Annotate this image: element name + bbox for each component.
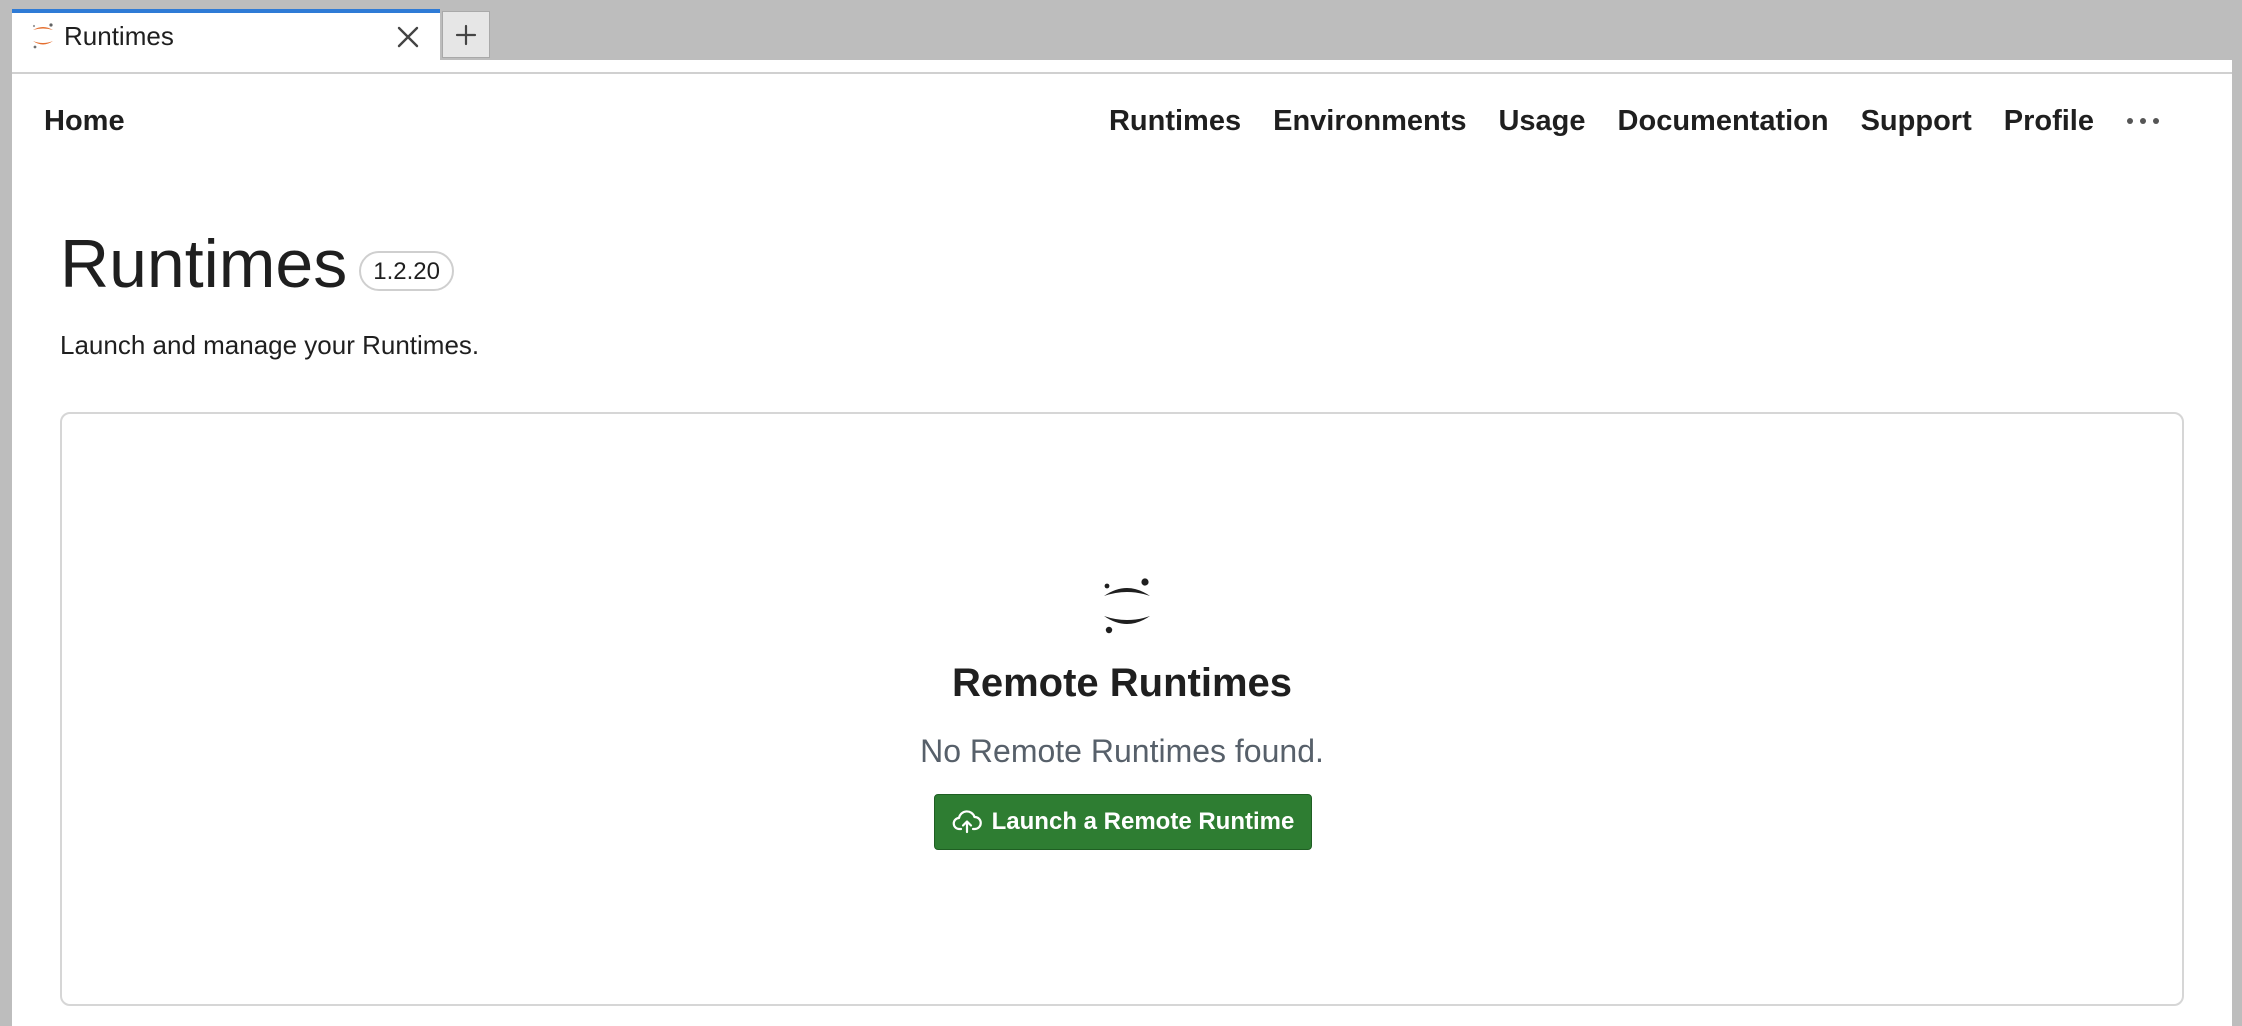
empty-state-title: Remote Runtimes (951, 661, 1293, 705)
tab-bar: Runtimes (0, 0, 2242, 60)
nav-support[interactable]: Support (1861, 100, 1972, 142)
tab-title: Runtimes (64, 21, 174, 51)
jupyter-logo-icon (1104, 578, 1150, 634)
plus-icon (455, 24, 477, 45)
nav-environments[interactable]: Environments (1273, 100, 1466, 142)
nav-profile[interactable]: Profile (2004, 100, 2094, 142)
nav-runtimes[interactable]: Runtimes (1109, 100, 1241, 142)
empty-state-card: Remote Runtimes No Remote Runtimes found… (60, 412, 2184, 1006)
page-title: Runtimes (60, 226, 348, 302)
page-header: Runtimes 1.2.20 (60, 224, 454, 304)
close-icon[interactable] (394, 23, 422, 51)
panel-divider (12, 72, 2232, 74)
nav-documentation[interactable]: Documentation (1618, 100, 1829, 142)
more-menu-button[interactable] (2118, 100, 2168, 142)
tab-runtimes[interactable]: Runtimes (12, 9, 440, 60)
jupyter-logo-icon (32, 23, 53, 49)
more-horizontal-icon (2127, 118, 2159, 124)
main-panel: Home Runtimes Environments Usage Documen… (12, 60, 2232, 1026)
empty-state-description: No Remote Runtimes found. (920, 733, 1324, 769)
nav-home[interactable]: Home (44, 100, 125, 142)
page-subtitle: Launch and manage your Runtimes. (60, 330, 480, 360)
nav-links: Runtimes Environments Usage Documentatio… (1109, 100, 2094, 142)
top-navigation: Home Runtimes Environments Usage Documen… (12, 100, 2232, 142)
new-tab-button[interactable] (442, 11, 490, 58)
launch-button-label: Launch a Remote Runtime (991, 808, 1295, 835)
launch-remote-runtime-button[interactable]: Launch a Remote Runtime (934, 794, 1312, 850)
cloud-upload-icon (952, 810, 982, 834)
version-badge: 1.2.20 (359, 251, 454, 291)
nav-usage[interactable]: Usage (1498, 100, 1585, 142)
